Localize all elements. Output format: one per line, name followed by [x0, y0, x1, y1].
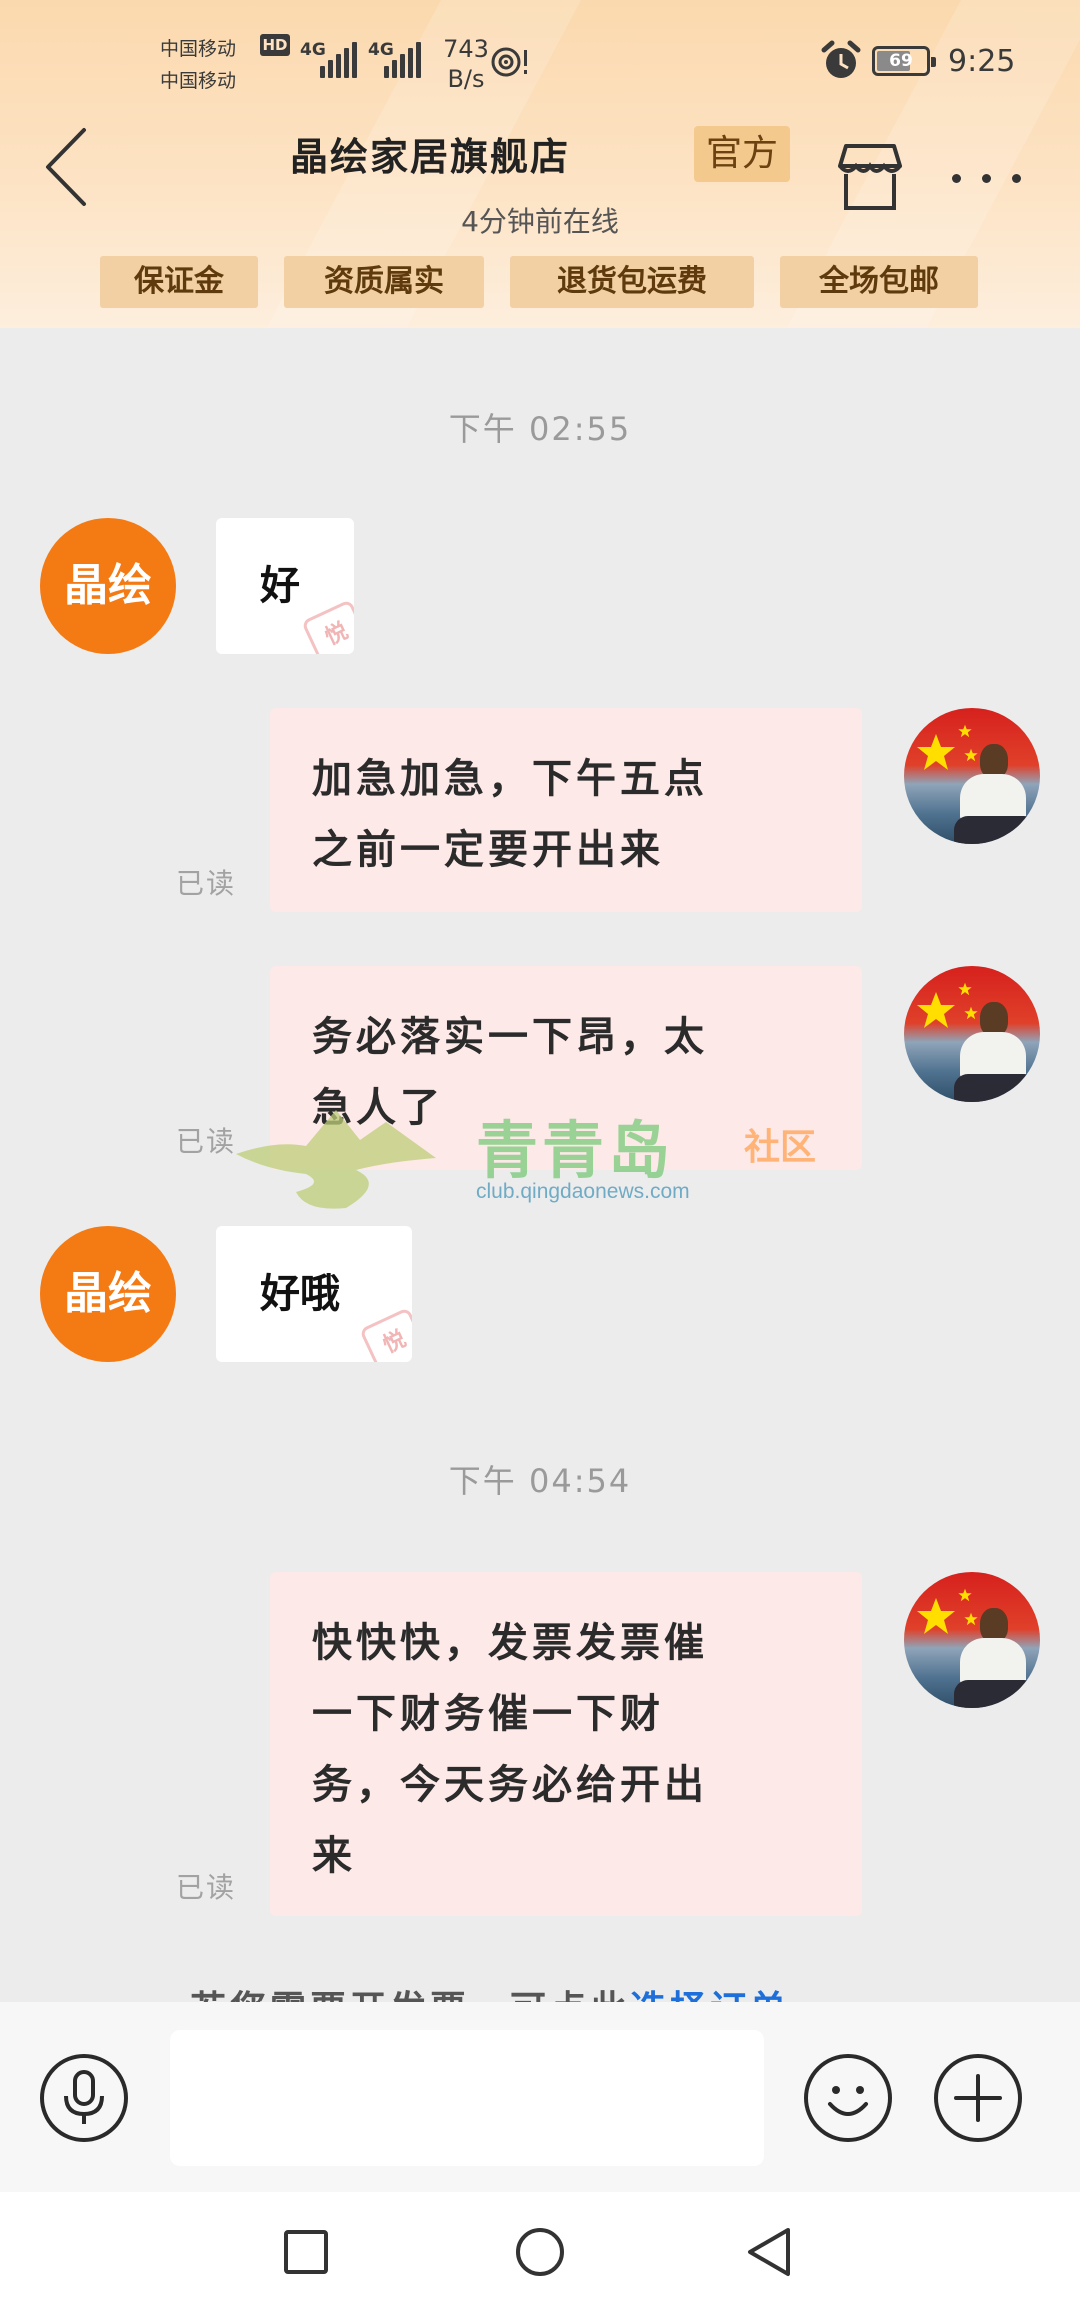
tag-return-shipping[interactable]: 退货包运费 — [510, 256, 754, 308]
network-speed: 743 B/s — [443, 35, 489, 93]
message-text: 好哦 — [260, 1271, 340, 1317]
star-icon — [964, 748, 978, 762]
hotspot-icon — [491, 47, 527, 77]
alarm-icon — [821, 40, 861, 78]
message-line: 急人了 — [312, 1085, 444, 1131]
message-bubble-outgoing[interactable]: 加急加急，下午五点 之前一定要开出来 — [270, 708, 862, 912]
star-icon — [917, 734, 955, 770]
official-badge: 官方 — [694, 126, 791, 182]
shop-name[interactable]: 晶绘家居旗舰店 — [290, 126, 570, 181]
star-icon — [958, 1588, 972, 1602]
message-bubble-outgoing[interactable]: 快快快，发票发票催 一下财务催一下财 务，今天务必给开出 来 — [270, 1572, 862, 1916]
tag-free-shipping[interactable]: 全场包邮 — [780, 256, 978, 308]
microphone-icon — [64, 2070, 104, 2124]
signal-icon — [320, 38, 360, 78]
emoji-button[interactable] — [804, 2054, 892, 2142]
carrier-label: 中国移动 — [160, 38, 237, 60]
more-button[interactable] — [944, 160, 1032, 196]
square-icon[interactable] — [282, 2228, 330, 2276]
seal-stamp: 悦 — [301, 599, 354, 654]
plus-icon — [954, 2074, 1002, 2122]
more-actions-button[interactable] — [934, 2054, 1022, 2142]
voice-button[interactable] — [40, 2054, 128, 2142]
read-status: 已读 — [176, 1125, 237, 1158]
watermark-url: club.qingdaonews.com — [476, 1180, 690, 1203]
message-input[interactable] — [170, 2030, 764, 2166]
shop-avatar[interactable]: 晶绘 — [40, 1226, 176, 1362]
chat-header: 中国移动 中国移动 HD 4G 4G 743 B/s 69 9:25 晶绘家居旗… — [0, 0, 1080, 328]
message-line: 加急加急，下午五点 — [312, 756, 708, 802]
user-avatar[interactable] — [904, 1572, 1040, 1708]
star-icon — [964, 1006, 978, 1020]
store-icon — [838, 144, 902, 210]
time-divider: 下午 02:55 — [448, 410, 632, 448]
user-avatar[interactable] — [904, 966, 1040, 1102]
message-line: 之前一定要开出来 — [312, 827, 664, 873]
triangle-back-icon[interactable] — [744, 2226, 796, 2278]
hd-badge: HD — [260, 34, 290, 56]
tag-deposit[interactable]: 保证金 — [100, 256, 258, 308]
message-bubble-incoming[interactable]: 好 悦 — [216, 518, 354, 654]
signal-icon — [384, 38, 424, 78]
store-button[interactable] — [834, 140, 906, 214]
message-line: 来 — [312, 1833, 356, 1879]
input-bar — [0, 2002, 1080, 2192]
system-nav-bar — [0, 2192, 1080, 2310]
message-line: 务，今天务必给开出 — [312, 1762, 708, 1808]
shop-tags: 保证金 资质属实 退货包运费 全场包邮 — [0, 256, 1080, 310]
seal-stamp: 悦 — [359, 1307, 412, 1362]
message-line: 快快快，发票发票催 — [312, 1620, 708, 1666]
back-button[interactable] — [40, 124, 100, 210]
online-status: 4分钟前在线 — [461, 205, 619, 238]
shop-avatar[interactable]: 晶绘 — [40, 518, 176, 654]
time-divider: 下午 04:54 — [448, 1462, 632, 1500]
message-bubble-incoming[interactable]: 好哦 悦 — [216, 1226, 412, 1362]
tag-qualified[interactable]: 资质属实 — [284, 256, 484, 308]
star-icon — [917, 992, 955, 1028]
star-icon — [917, 1598, 955, 1634]
clock: 9:25 — [948, 44, 1016, 79]
user-avatar[interactable] — [904, 708, 1040, 844]
emoji-icon — [828, 2086, 868, 2116]
circle-icon[interactable] — [514, 2226, 566, 2278]
message-text: 好 — [260, 563, 300, 609]
carrier-label: 中国移动 — [160, 70, 237, 92]
back-arrow-icon — [46, 128, 86, 206]
star-icon — [958, 724, 972, 738]
message-line: 一下财务催一下财 — [312, 1691, 664, 1737]
star-icon — [964, 1612, 978, 1626]
message-bubble-outgoing[interactable]: 务必落实一下昂，太 急人了 — [270, 966, 862, 1170]
message-line: 务必落实一下昂，太 — [312, 1014, 708, 1060]
battery-icon: 69 — [872, 46, 936, 76]
read-status: 已读 — [176, 1871, 237, 1904]
star-icon — [958, 982, 972, 996]
read-status: 已读 — [176, 867, 237, 900]
